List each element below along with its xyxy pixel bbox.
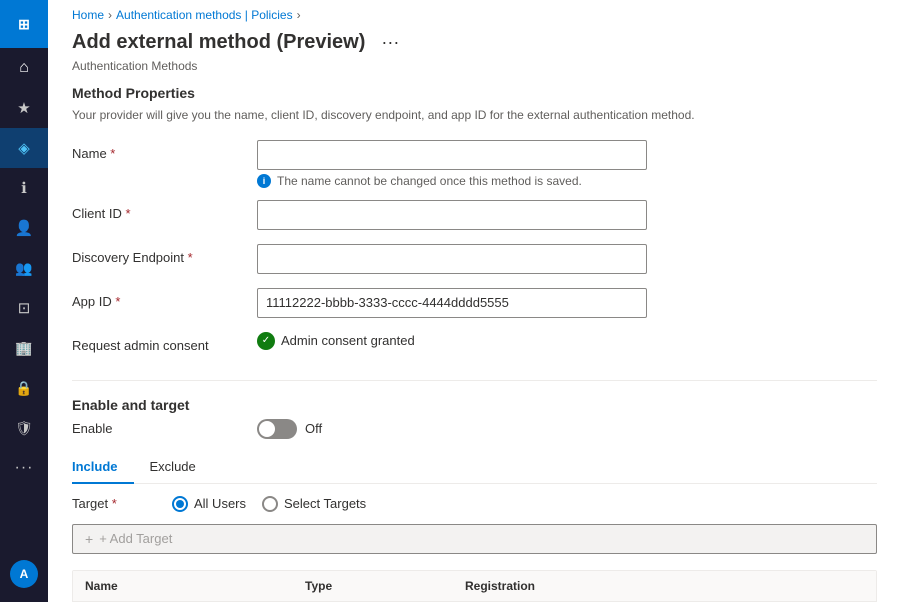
app-id-label: App ID *: [72, 288, 257, 309]
tab-exclude[interactable]: Exclude: [134, 451, 212, 484]
include-exclude-tabs: Include Exclude: [72, 451, 877, 484]
lock-icon: 🔒: [15, 380, 32, 397]
radio-all-users-inner: [176, 500, 184, 508]
page-header: Add external method (Preview) ···: [48, 26, 901, 59]
toggle-wrap: Off: [257, 419, 322, 439]
sidebar-item-home[interactable]: ⌂: [0, 48, 48, 88]
admin-consent-granted-text: Admin consent granted: [281, 333, 415, 348]
name-row: Name * i The name cannot be changed once…: [72, 140, 877, 188]
breadcrumb-sep2: ›: [297, 8, 301, 22]
main-content: Home › Authentication methods | Policies…: [48, 0, 901, 602]
apps-icon: ⊡: [18, 299, 31, 317]
enable-row: Enable Off: [72, 419, 877, 439]
name-label: Name *: [72, 140, 257, 161]
groups-icon: 👥: [15, 260, 32, 277]
col-actions: [814, 579, 864, 593]
breadcrumb-home[interactable]: Home: [72, 8, 104, 22]
toggle-state-text: Off: [305, 421, 322, 436]
sidebar-item-lock[interactable]: 🔒: [0, 368, 48, 408]
radio-all-users-outer: [172, 496, 188, 512]
sidebar-item-orgs[interactable]: 🏢: [0, 328, 48, 368]
app-id-input-wrap: [257, 288, 647, 318]
radio-all-users[interactable]: All Users: [172, 496, 246, 512]
sidebar: ⊞ ⌂ ★ ◈ ℹ 👤 👥 ⊡ 🏢 🔒 🛡 ··· A: [0, 0, 48, 602]
enable-target-title: Enable and target: [72, 397, 877, 413]
sidebar-avatar[interactable]: A: [0, 554, 48, 594]
entra-icon: ◈: [18, 139, 30, 157]
discovery-endpoint-input-wrap: [257, 244, 647, 274]
admin-consent-label: Request admin consent: [72, 332, 257, 353]
sidebar-item-more[interactable]: ···: [0, 448, 48, 488]
app-id-row: App ID *: [72, 288, 877, 320]
breadcrumb-sep1: ›: [108, 8, 112, 22]
avatar: A: [10, 560, 38, 588]
add-target-icon: +: [85, 531, 93, 547]
users-icon: 👤: [15, 219, 34, 237]
sidebar-item-favorites[interactable]: ★: [0, 88, 48, 128]
page-title: Add external method (Preview): [72, 31, 365, 54]
enable-toggle[interactable]: [257, 419, 297, 439]
add-target-label: + Add Target: [99, 531, 172, 546]
radio-select-targets[interactable]: Select Targets: [262, 496, 366, 512]
admin-consent-status: ✓ Admin consent granted: [257, 332, 415, 350]
breadcrumb: Home › Authentication methods | Policies…: [48, 0, 901, 26]
sidebar-item-entra[interactable]: ◈: [0, 128, 48, 168]
star-icon: ★: [17, 99, 30, 117]
name-input-wrap: i The name cannot be changed once this m…: [257, 140, 647, 188]
name-info-note: i The name cannot be changed once this m…: [257, 174, 647, 188]
info-icon: ℹ: [21, 179, 27, 197]
content-area: Method Properties Your provider will giv…: [48, 85, 901, 602]
home-icon: ⌂: [19, 59, 29, 77]
tab-include[interactable]: Include: [72, 451, 134, 484]
client-id-label: Client ID *: [72, 200, 257, 221]
col-type: Type: [305, 579, 465, 593]
sidebar-item-apps[interactable]: ⊡: [0, 288, 48, 328]
app-logo[interactable]: ⊞: [0, 0, 48, 48]
enable-label: Enable: [72, 421, 257, 436]
sidebar-item-users[interactable]: 👤: [0, 208, 48, 248]
org-icon: 🏢: [15, 340, 32, 357]
add-target-button: + + Add Target: [72, 524, 877, 554]
sidebar-item-shield[interactable]: 🛡: [0, 408, 48, 448]
col-registration: Registration: [465, 579, 814, 593]
radio-all-users-label: All Users: [194, 496, 246, 511]
method-properties-title: Method Properties: [72, 85, 877, 101]
breadcrumb-auth-methods[interactable]: Authentication methods | Policies: [116, 8, 293, 22]
section-divider: [72, 380, 877, 381]
discovery-endpoint-input[interactable]: [257, 244, 647, 274]
name-input[interactable]: [257, 140, 647, 170]
radio-select-targets-outer: [262, 496, 278, 512]
client-id-input[interactable]: [257, 200, 647, 230]
target-label: Target *: [72, 496, 172, 511]
more-icon: ···: [15, 459, 34, 477]
table-header: Name Type Registration: [73, 571, 876, 602]
shield-icon: 🛡: [15, 420, 33, 437]
admin-consent-row: Request admin consent ✓ Admin consent gr…: [72, 332, 877, 364]
target-row: Target * All Users Select Targets: [72, 496, 877, 512]
method-properties-desc: Your provider will give you the name, cl…: [72, 107, 877, 124]
name-note-text: The name cannot be changed once this met…: [277, 174, 582, 188]
discovery-endpoint-label: Discovery Endpoint *: [72, 244, 257, 265]
check-circle-icon: ✓: [257, 332, 275, 350]
sidebar-item-info[interactable]: ℹ: [0, 168, 48, 208]
page-subtitle: Authentication Methods: [48, 59, 901, 85]
targets-table: Name Type Registration All Users Group O…: [72, 570, 877, 602]
toggle-knob: [259, 421, 275, 437]
client-id-row: Client ID *: [72, 200, 877, 232]
client-id-input-wrap: [257, 200, 647, 230]
sidebar-item-groups[interactable]: 👥: [0, 248, 48, 288]
col-name: Name: [85, 579, 305, 593]
more-options-button[interactable]: ···: [375, 30, 405, 55]
radio-select-targets-label: Select Targets: [284, 496, 366, 511]
discovery-endpoint-row: Discovery Endpoint *: [72, 244, 877, 276]
target-radio-group: All Users Select Targets: [172, 496, 366, 512]
app-id-input[interactable]: [257, 288, 647, 318]
info-circle-icon: i: [257, 174, 271, 188]
